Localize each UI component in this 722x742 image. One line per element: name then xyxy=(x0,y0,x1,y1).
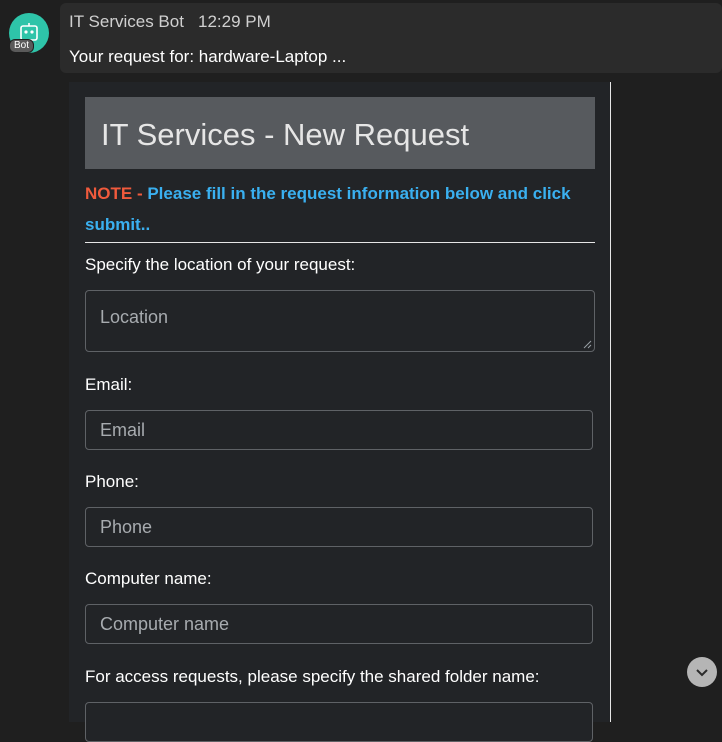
location-label: Specify the location of your request: xyxy=(85,255,356,274)
email-input[interactable] xyxy=(85,410,593,450)
computer-name-label: Computer name: xyxy=(85,569,212,588)
location-input[interactable] xyxy=(85,290,595,352)
note-text: Please fill in the request information b… xyxy=(85,184,571,234)
message-timestamp: 12:29 PM xyxy=(198,12,271,31)
phone-label: Phone: xyxy=(85,472,139,491)
computer-name-input[interactable] xyxy=(85,604,593,644)
note-label: NOTE - xyxy=(85,184,148,203)
phone-input[interactable] xyxy=(85,507,593,547)
message-text: Your request for: hardware-Laptop ... xyxy=(69,47,347,66)
form-note: NOTE - Please fill in the request inform… xyxy=(85,178,585,240)
form-title-bar: IT Services - New Request xyxy=(85,97,595,169)
location-field-wrap xyxy=(85,290,595,352)
shared-folder-label: For access requests, please specify the … xyxy=(85,667,540,686)
chevron-down-icon xyxy=(696,669,708,677)
shared-folder-input[interactable] xyxy=(85,702,593,742)
resize-grip-icon[interactable] xyxy=(583,340,592,349)
message-header: IT Services Bot 12:29 PM Your request fo… xyxy=(60,3,722,73)
email-label: Email: xyxy=(85,375,133,394)
sender-name: IT Services Bot xyxy=(69,12,184,31)
form-divider xyxy=(85,242,595,243)
bot-badge: Bot xyxy=(9,39,35,53)
form-title: IT Services - New Request xyxy=(101,117,470,152)
scroll-down-button[interactable] xyxy=(687,657,717,687)
request-form-card: IT Services - New Request NOTE - Please … xyxy=(69,82,611,742)
